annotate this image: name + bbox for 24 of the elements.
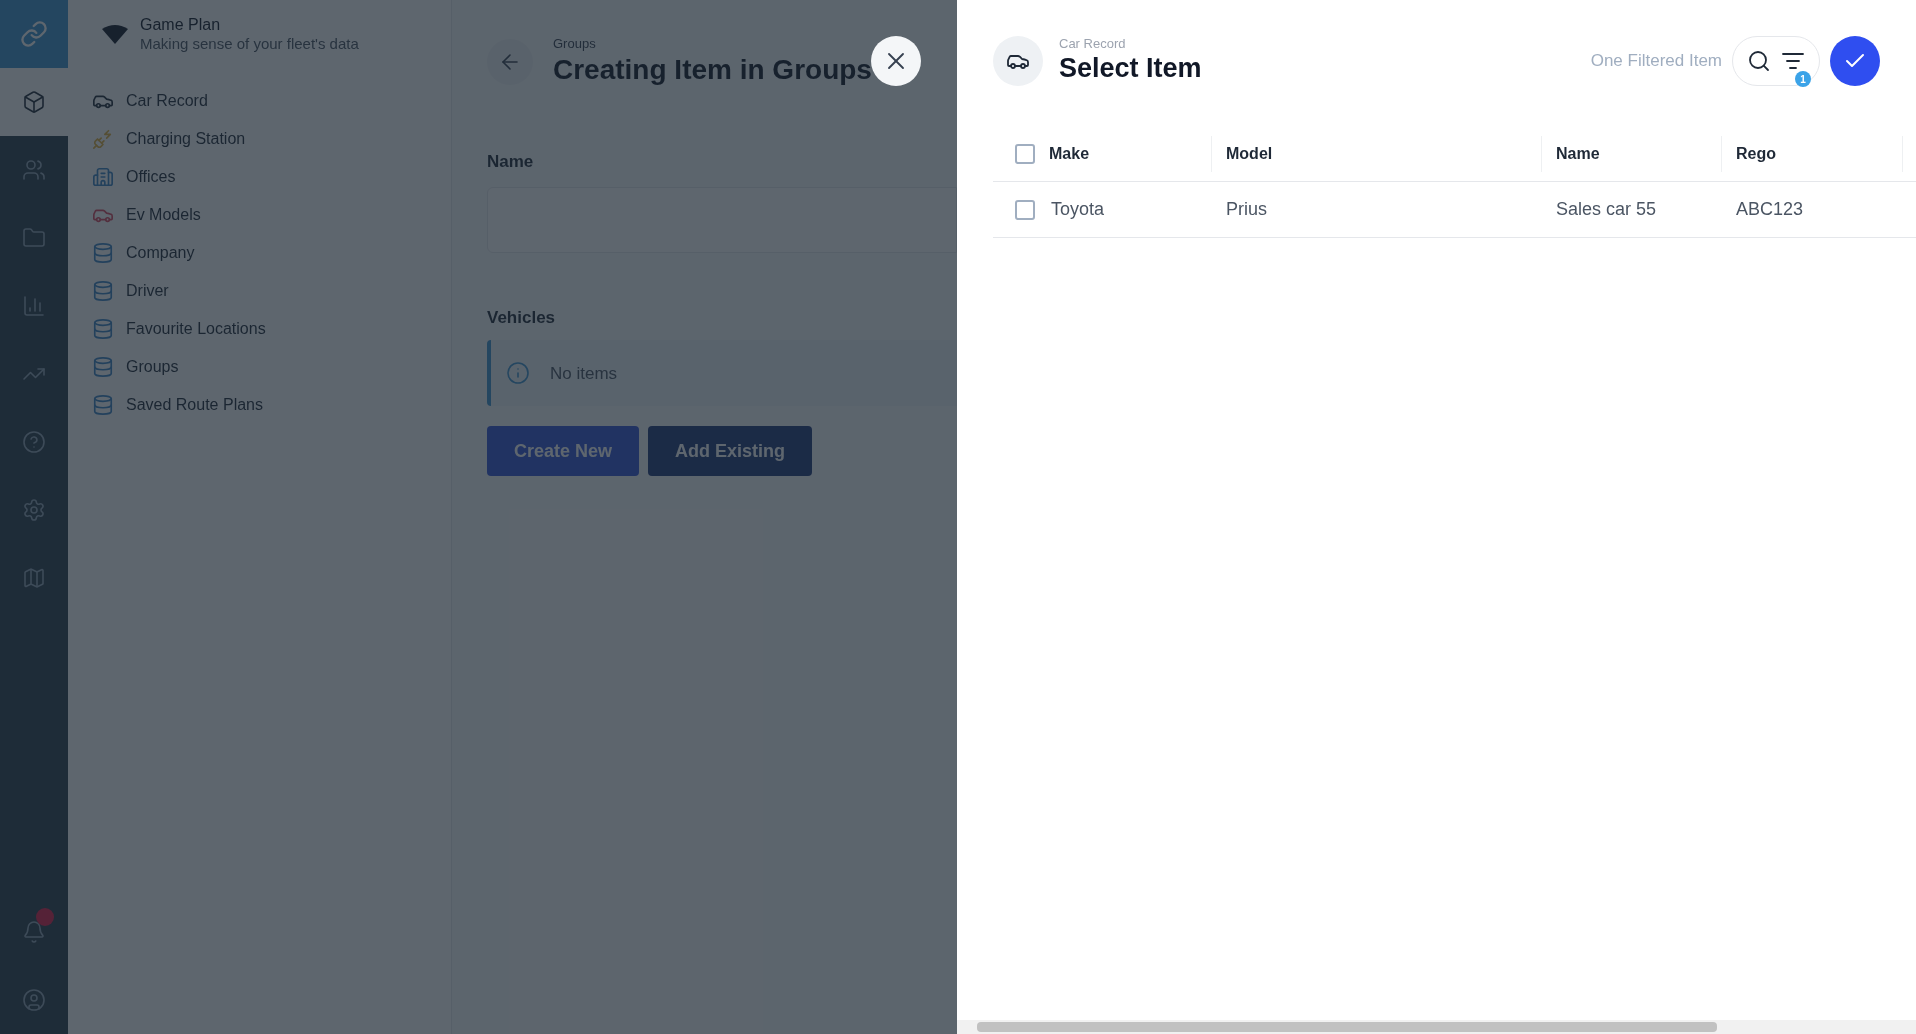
table-cell-text: ABC123 — [1736, 198, 1804, 221]
section-label: Vehicles — [487, 306, 557, 329]
table-cell-text: Toyota — [1051, 198, 1105, 221]
horizontal-scrollbar[interactable] — [957, 1020, 1916, 1034]
page-title: Creating Item in Groups — [553, 53, 872, 88]
field-label: Name — [487, 151, 535, 174]
drawer-title: Select Item — [1059, 52, 1202, 86]
table-cell-text: Prius — [1226, 198, 1267, 221]
column-header[interactable]: Name — [1556, 141, 1600, 166]
filter-summary: One Filtered Item — [1590, 50, 1722, 73]
car-icon — [993, 36, 1043, 86]
checkbox[interactable] — [1015, 199, 1035, 220]
table-row[interactable]: Toyota Prius Sales car 55 ABC123 — [993, 182, 1916, 238]
column-header[interactable]: Rego — [1736, 141, 1776, 166]
confirm-button[interactable] — [1830, 36, 1880, 86]
breadcrumb: Groups — [553, 36, 597, 53]
breadcrumb: Car Record — [1059, 36, 1127, 53]
filter-count-badge: 1 — [1795, 71, 1811, 87]
table-cell-text: Sales car 55 — [1556, 198, 1657, 221]
column-header[interactable]: Model — [1226, 141, 1273, 166]
column-header[interactable]: Make — [1049, 141, 1090, 166]
search-icon[interactable] — [1747, 49, 1771, 73]
checkbox[interactable] — [1015, 143, 1035, 164]
app-title: Game Plan — [140, 14, 222, 35]
